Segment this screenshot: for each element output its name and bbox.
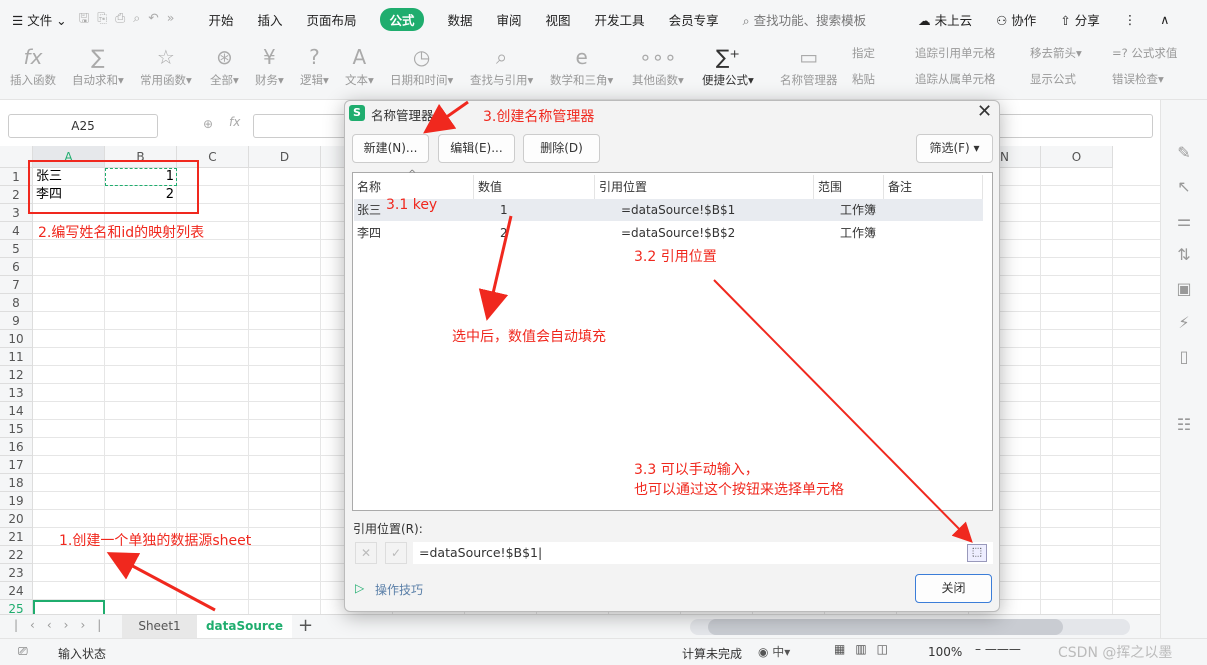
arrow-1 <box>106 552 216 612</box>
arrow-select <box>478 215 513 321</box>
arrow-3-3 <box>713 279 973 543</box>
arrow-3 <box>423 100 469 134</box>
annotation-arrows <box>106 100 973 612</box>
